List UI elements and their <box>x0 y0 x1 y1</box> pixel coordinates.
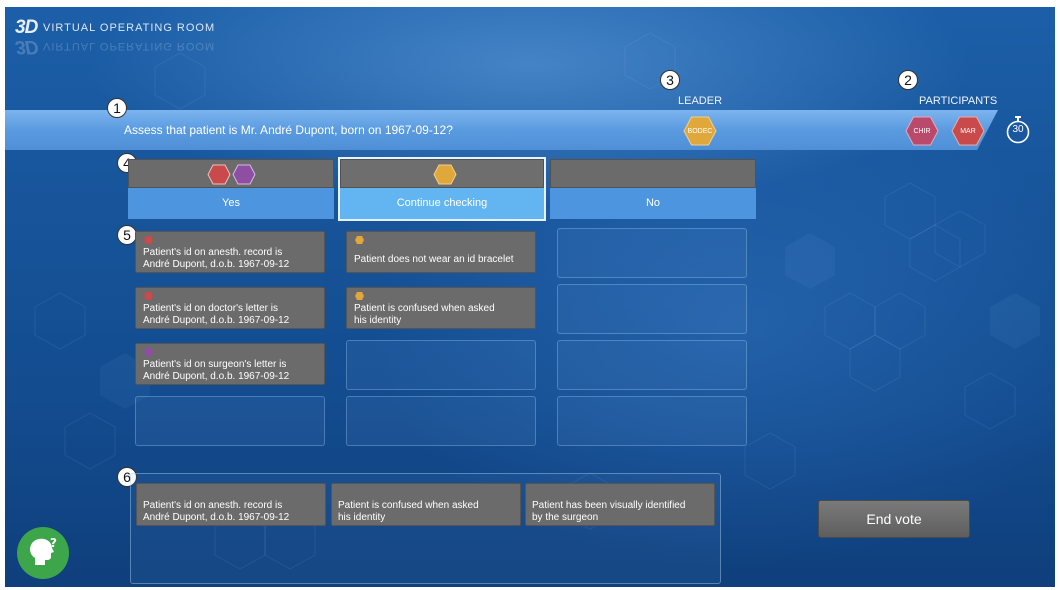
timer: 30 <box>1005 115 1031 145</box>
empty-slot <box>557 340 747 390</box>
argument-card[interactable]: Patient's id on anesth. record is André … <box>135 231 325 273</box>
argument-card[interactable]: Patient's id on surgeon's letter is Andr… <box>135 343 325 385</box>
participant-badge-mar: MAR <box>951 116 985 146</box>
selected-argument-card[interactable]: Patient has been visually identified by … <box>525 483 715 526</box>
logo-text: VIRTUAL OPERATING ROOM <box>43 22 216 34</box>
empty-slot <box>135 396 325 446</box>
participants-label: PARTICIPANTS <box>919 95 998 107</box>
argument-card[interactable]: Patient is confused when asked his ident… <box>346 287 536 329</box>
empty-slot <box>557 284 747 334</box>
participant-badge-chir: CHIR <box>905 116 939 146</box>
logo-reflection: 3D VIRTUAL OPERATING ROOM <box>15 36 216 57</box>
selected-argument-card[interactable]: Patient is confused when asked his ident… <box>331 483 521 526</box>
leader-badge: BODEC <box>683 116 717 146</box>
card-line-2: his identity <box>338 512 386 523</box>
leader-name: BODEC <box>687 127 713 135</box>
column-voters <box>128 159 334 188</box>
callout-5: 5 <box>117 225 137 245</box>
column-yes[interactable]: Yes <box>128 159 334 219</box>
column-no[interactable]: No <box>550 159 756 219</box>
card-line-2: by the surgeon <box>532 512 599 523</box>
card-line-1: Patient is confused when asked <box>354 303 495 314</box>
card-line-2: André Dupont, d.o.b. 1967-09-12 <box>143 512 290 523</box>
callout-2: 2 <box>898 70 918 90</box>
participant-name: MAR <box>960 127 976 135</box>
timer-value: 30 <box>1012 124 1024 135</box>
card-line-1: Patient does not wear an id bracelet <box>354 254 514 265</box>
card-line-2: André Dupont, d.o.b. 1967-09-12 <box>143 315 290 326</box>
column-continue-checking[interactable]: Continue checking <box>338 157 546 221</box>
card-line-1: Patient's id on anesth. record is <box>143 247 283 258</box>
empty-slot <box>346 340 536 390</box>
author-hex-icon <box>355 292 364 300</box>
column-voters <box>340 159 544 188</box>
voter-hex <box>207 164 231 185</box>
voter-hex <box>232 164 256 185</box>
card-line-2: his identity <box>354 315 402 326</box>
author-hex-icon <box>355 236 364 244</box>
voter-hex <box>433 164 457 185</box>
column-label: Yes <box>128 188 334 219</box>
card-line-2: André Dupont, d.o.b. 1967-09-12 <box>143 371 290 382</box>
column-label: No <box>550 188 756 219</box>
app-stage: 3D VIRTUAL OPERATING ROOM 3D VIRTUAL OPE… <box>5 7 1055 587</box>
empty-slot <box>346 396 536 446</box>
end-vote-button[interactable]: End vote <box>818 500 970 538</box>
empty-slot <box>557 396 747 446</box>
card-line-2: André Dupont, d.o.b. 1967-09-12 <box>143 259 290 270</box>
app-logo: 3D VIRTUAL OPERATING ROOM 3D VIRTUAL OPE… <box>15 17 216 59</box>
column-voters <box>550 159 756 188</box>
argument-card[interactable]: Patient's id on doctor's letter is André… <box>135 287 325 329</box>
svg-text:?: ? <box>50 536 57 550</box>
help-button[interactable]: ? <box>17 527 69 579</box>
empty-slot <box>557 228 747 278</box>
callout-1: 1 <box>107 98 127 118</box>
author-hex-icon <box>144 348 153 356</box>
argument-card[interactable]: Patient does not wear an id bracelet <box>346 231 536 273</box>
column-label: Continue checking <box>340 188 544 219</box>
selected-argument-card[interactable]: Patient's id on anesth. record is André … <box>136 483 326 526</box>
participant-name: CHIR <box>913 127 931 135</box>
question-text: Assess that patient is Mr. André Dupont,… <box>124 123 453 137</box>
card-line-1: Patient's id on doctor's letter is <box>143 303 278 314</box>
leader-label: LEADER <box>678 95 723 107</box>
callout-3: 3 <box>660 70 680 90</box>
card-line-1: Patient has been visually identified <box>532 500 686 511</box>
help-head-icon: ? <box>30 536 57 565</box>
card-line-1: Patient's id on surgeon's letter is <box>143 359 287 370</box>
author-hex-icon <box>144 292 153 300</box>
card-line-1: Patient is confused when asked <box>338 500 479 511</box>
author-hex-icon <box>144 236 153 244</box>
card-line-1: Patient's id on anesth. record is <box>143 500 283 511</box>
